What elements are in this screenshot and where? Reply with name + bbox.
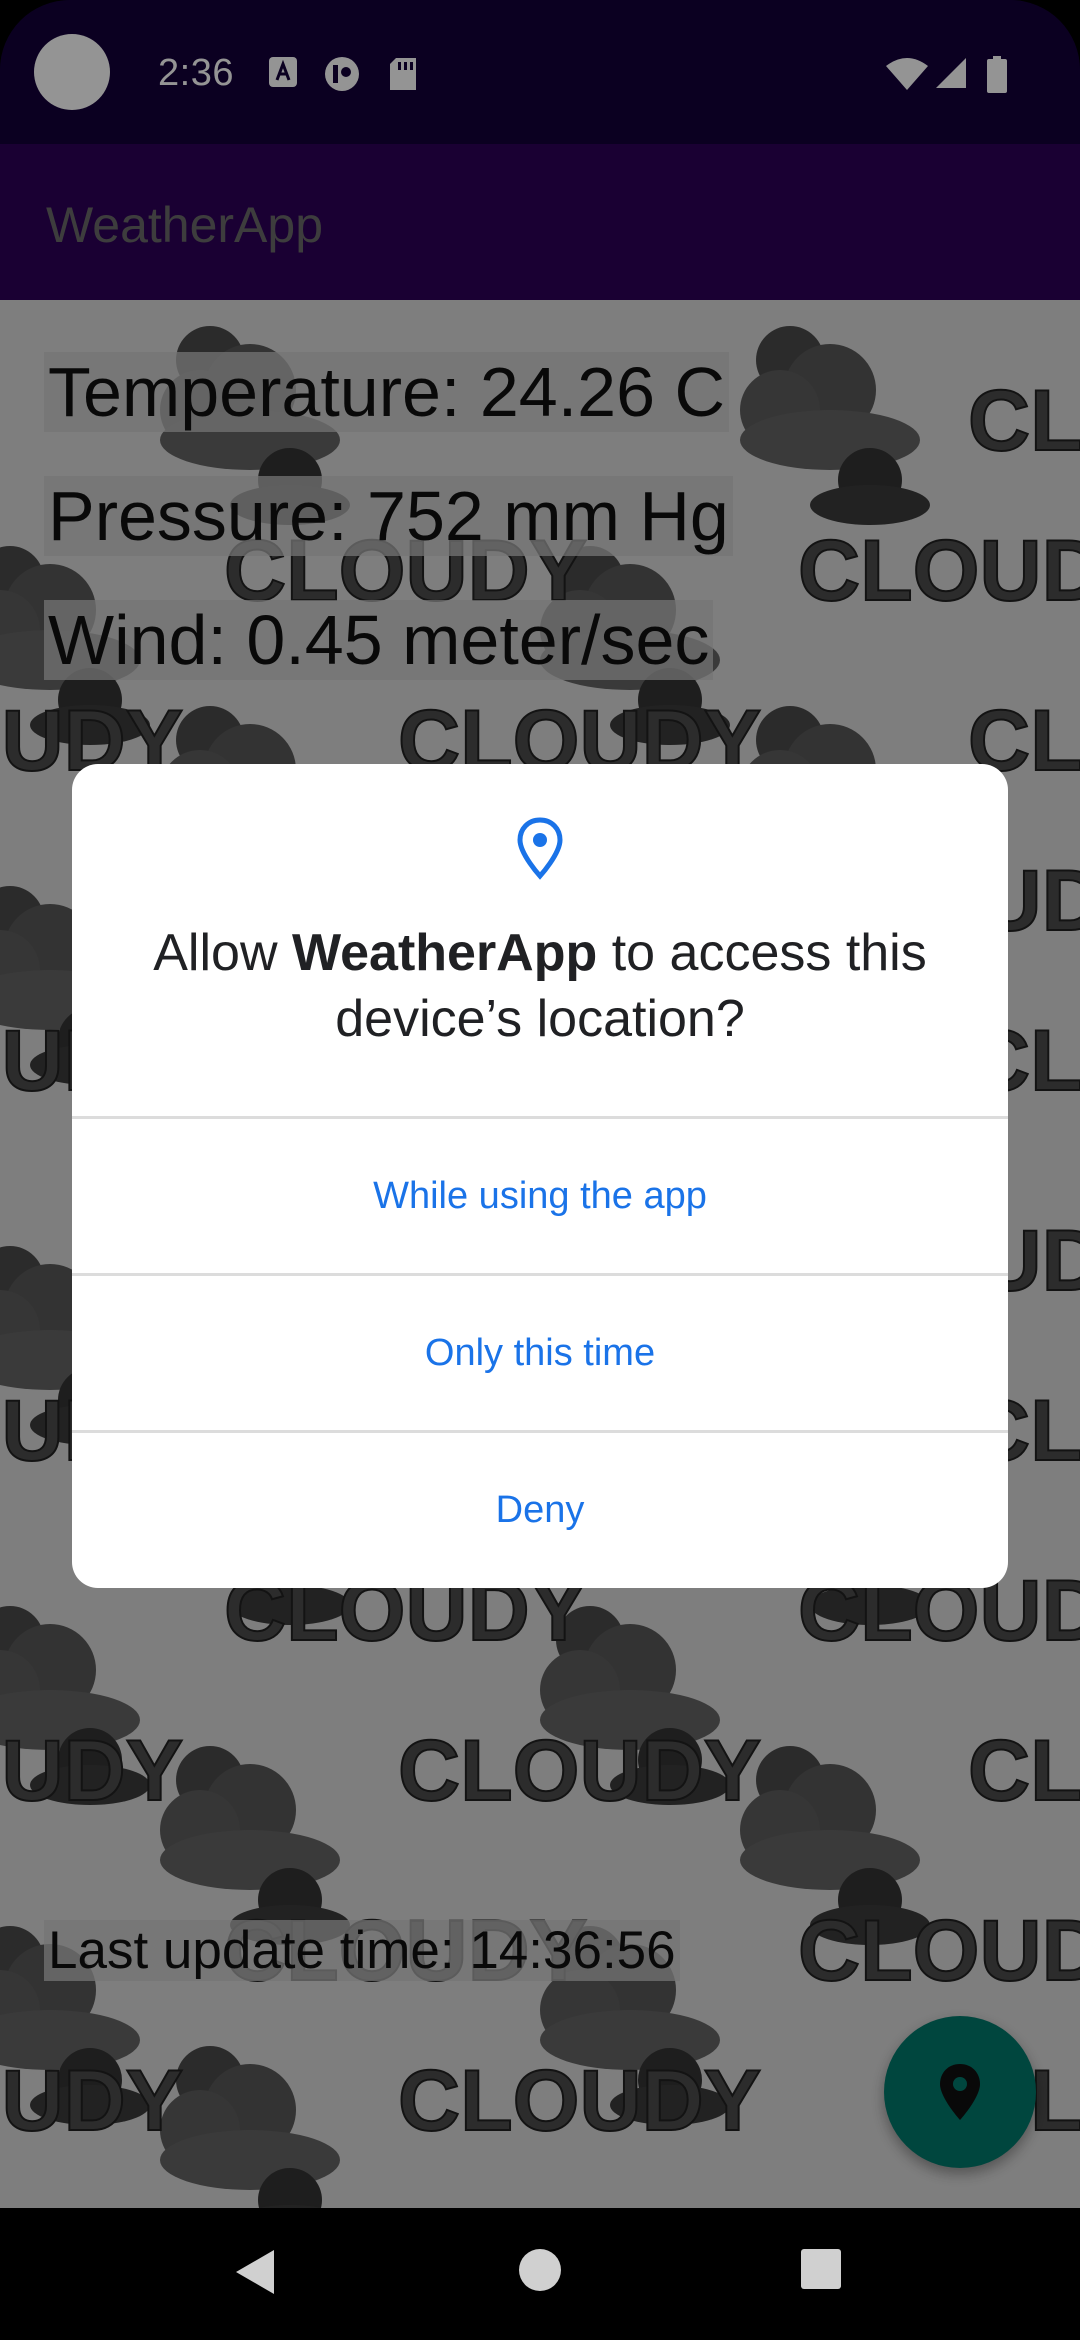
back-icon[interactable] bbox=[234, 2248, 276, 2296]
device-screen: 2:36 WeatherApp CL CLOUDY CLOUD UDY CLOU… bbox=[0, 0, 1080, 2340]
location-pin-icon bbox=[517, 817, 563, 880]
recents-icon[interactable] bbox=[800, 2248, 842, 2290]
while-using-app-button[interactable]: While using the app bbox=[72, 1119, 1008, 1273]
home-icon[interactable] bbox=[518, 2248, 562, 2292]
navigation-bar bbox=[0, 2208, 1080, 2340]
dialog-title-prefix: Allow bbox=[153, 924, 292, 982]
dialog-title: Allow WeatherApp to access this device’s… bbox=[112, 920, 968, 1052]
location-permission-dialog: Allow WeatherApp to access this device’s… bbox=[72, 764, 1008, 1588]
only-this-time-button[interactable]: Only this time bbox=[72, 1276, 1008, 1430]
dialog-title-app-name: WeatherApp bbox=[291, 924, 598, 982]
deny-button[interactable]: Deny bbox=[72, 1433, 1008, 1587]
